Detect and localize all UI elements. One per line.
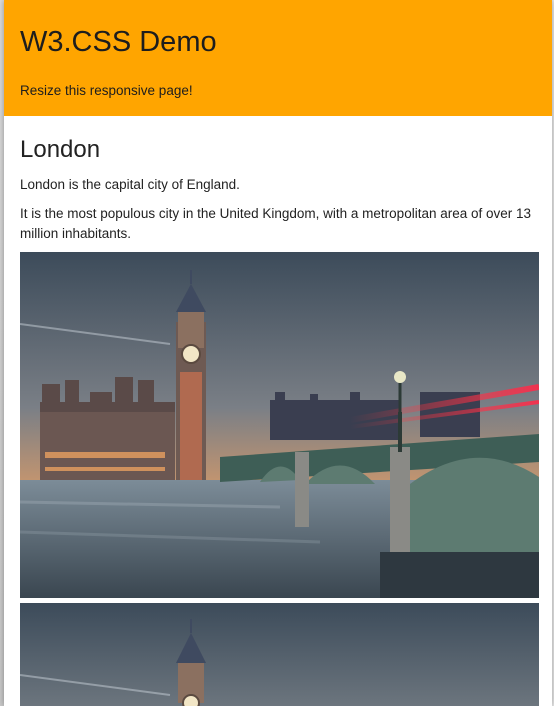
page-header: W3.CSS Demo Resize this responsive page! xyxy=(4,0,552,116)
browser-viewport: W3.CSS Demo Resize this responsive page!… xyxy=(0,0,554,706)
detail-paragraph: It is the most populous city in the Unit… xyxy=(20,206,532,241)
london-photo-2-illustration xyxy=(20,603,539,706)
responsive-page[interactable]: W3.CSS Demo Resize this responsive page!… xyxy=(4,0,552,706)
header-subtitle: Resize this responsive page! xyxy=(20,83,193,98)
london-photo-2 xyxy=(20,603,539,706)
intro-paragraph: London is the capital city of England. xyxy=(20,177,240,192)
london-photo-illustration xyxy=(20,252,539,598)
page-title: W3.CSS Demo xyxy=(20,26,217,58)
section-heading: London xyxy=(20,136,101,163)
london-photo xyxy=(20,252,539,598)
